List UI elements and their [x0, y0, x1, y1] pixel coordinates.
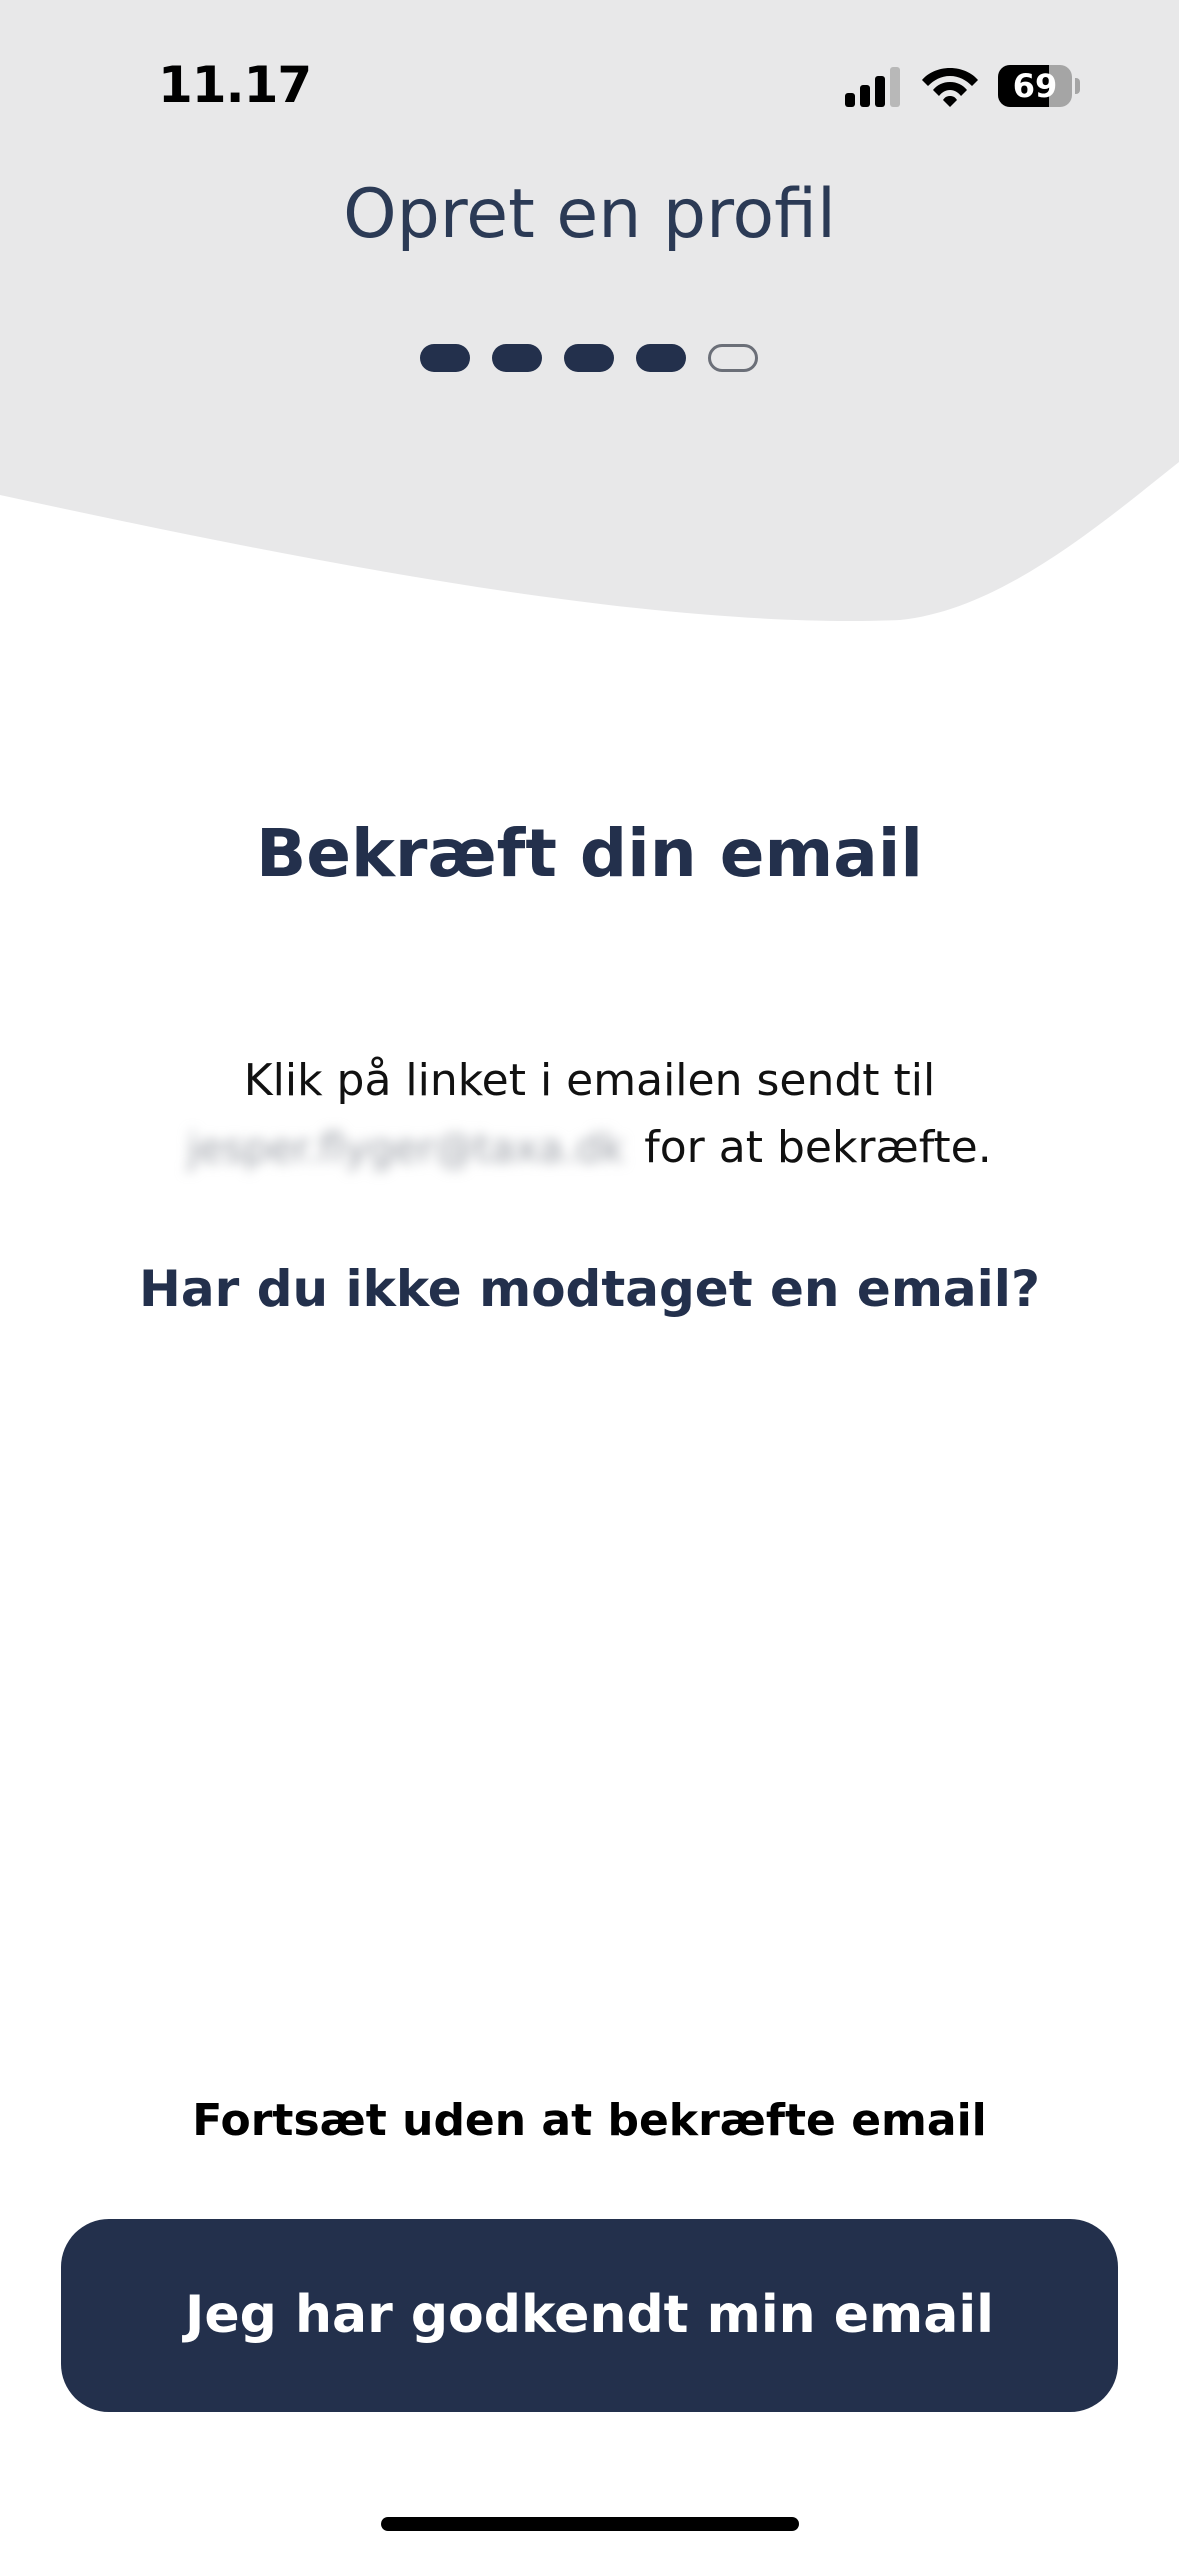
step-dot-2 [492, 344, 542, 372]
signal-icon [845, 67, 900, 107]
battery-icon: 69 [998, 65, 1080, 107]
step-dot-3 [564, 344, 614, 372]
page-title: Bekræft din email [255, 815, 924, 892]
email-address-blurred: jesper.flyger@taxa.dk [187, 1126, 625, 1172]
step-dot-5 [708, 344, 758, 372]
skip-verification-link[interactable]: Fortsæt uden at bekræfte email [0, 2095, 1179, 2146]
status-time: 11.17 [158, 56, 312, 114]
confirm-email-button[interactable]: Jeg har godkendt min email [61, 2219, 1118, 2412]
status-bar: 11.17 69 [0, 0, 1179, 150]
instruction-suffix: for at bekræfte. [644, 1122, 992, 1173]
home-indicator [381, 2517, 799, 2531]
instruction-text-line-2: jesper.flyger@taxa.dk for at bekræfte. [0, 1122, 1179, 1173]
step-dot-4 [636, 344, 686, 372]
step-dot-1 [420, 344, 470, 372]
step-indicator [420, 344, 760, 372]
resend-email-link[interactable]: Har du ikke modtaget en email? [0, 1260, 1179, 1318]
battery-body: 69 [998, 65, 1072, 107]
page-header-title: Opret en profil [343, 175, 836, 254]
battery-tip [1075, 78, 1080, 94]
wifi-icon [922, 68, 978, 107]
screen: 11.17 69 Opret en profil Bekræft din ema… [0, 0, 1179, 2556]
battery-level: 69 [1012, 67, 1058, 105]
instruction-text: Klik på linket i emailen sendt til [243, 1055, 936, 1106]
